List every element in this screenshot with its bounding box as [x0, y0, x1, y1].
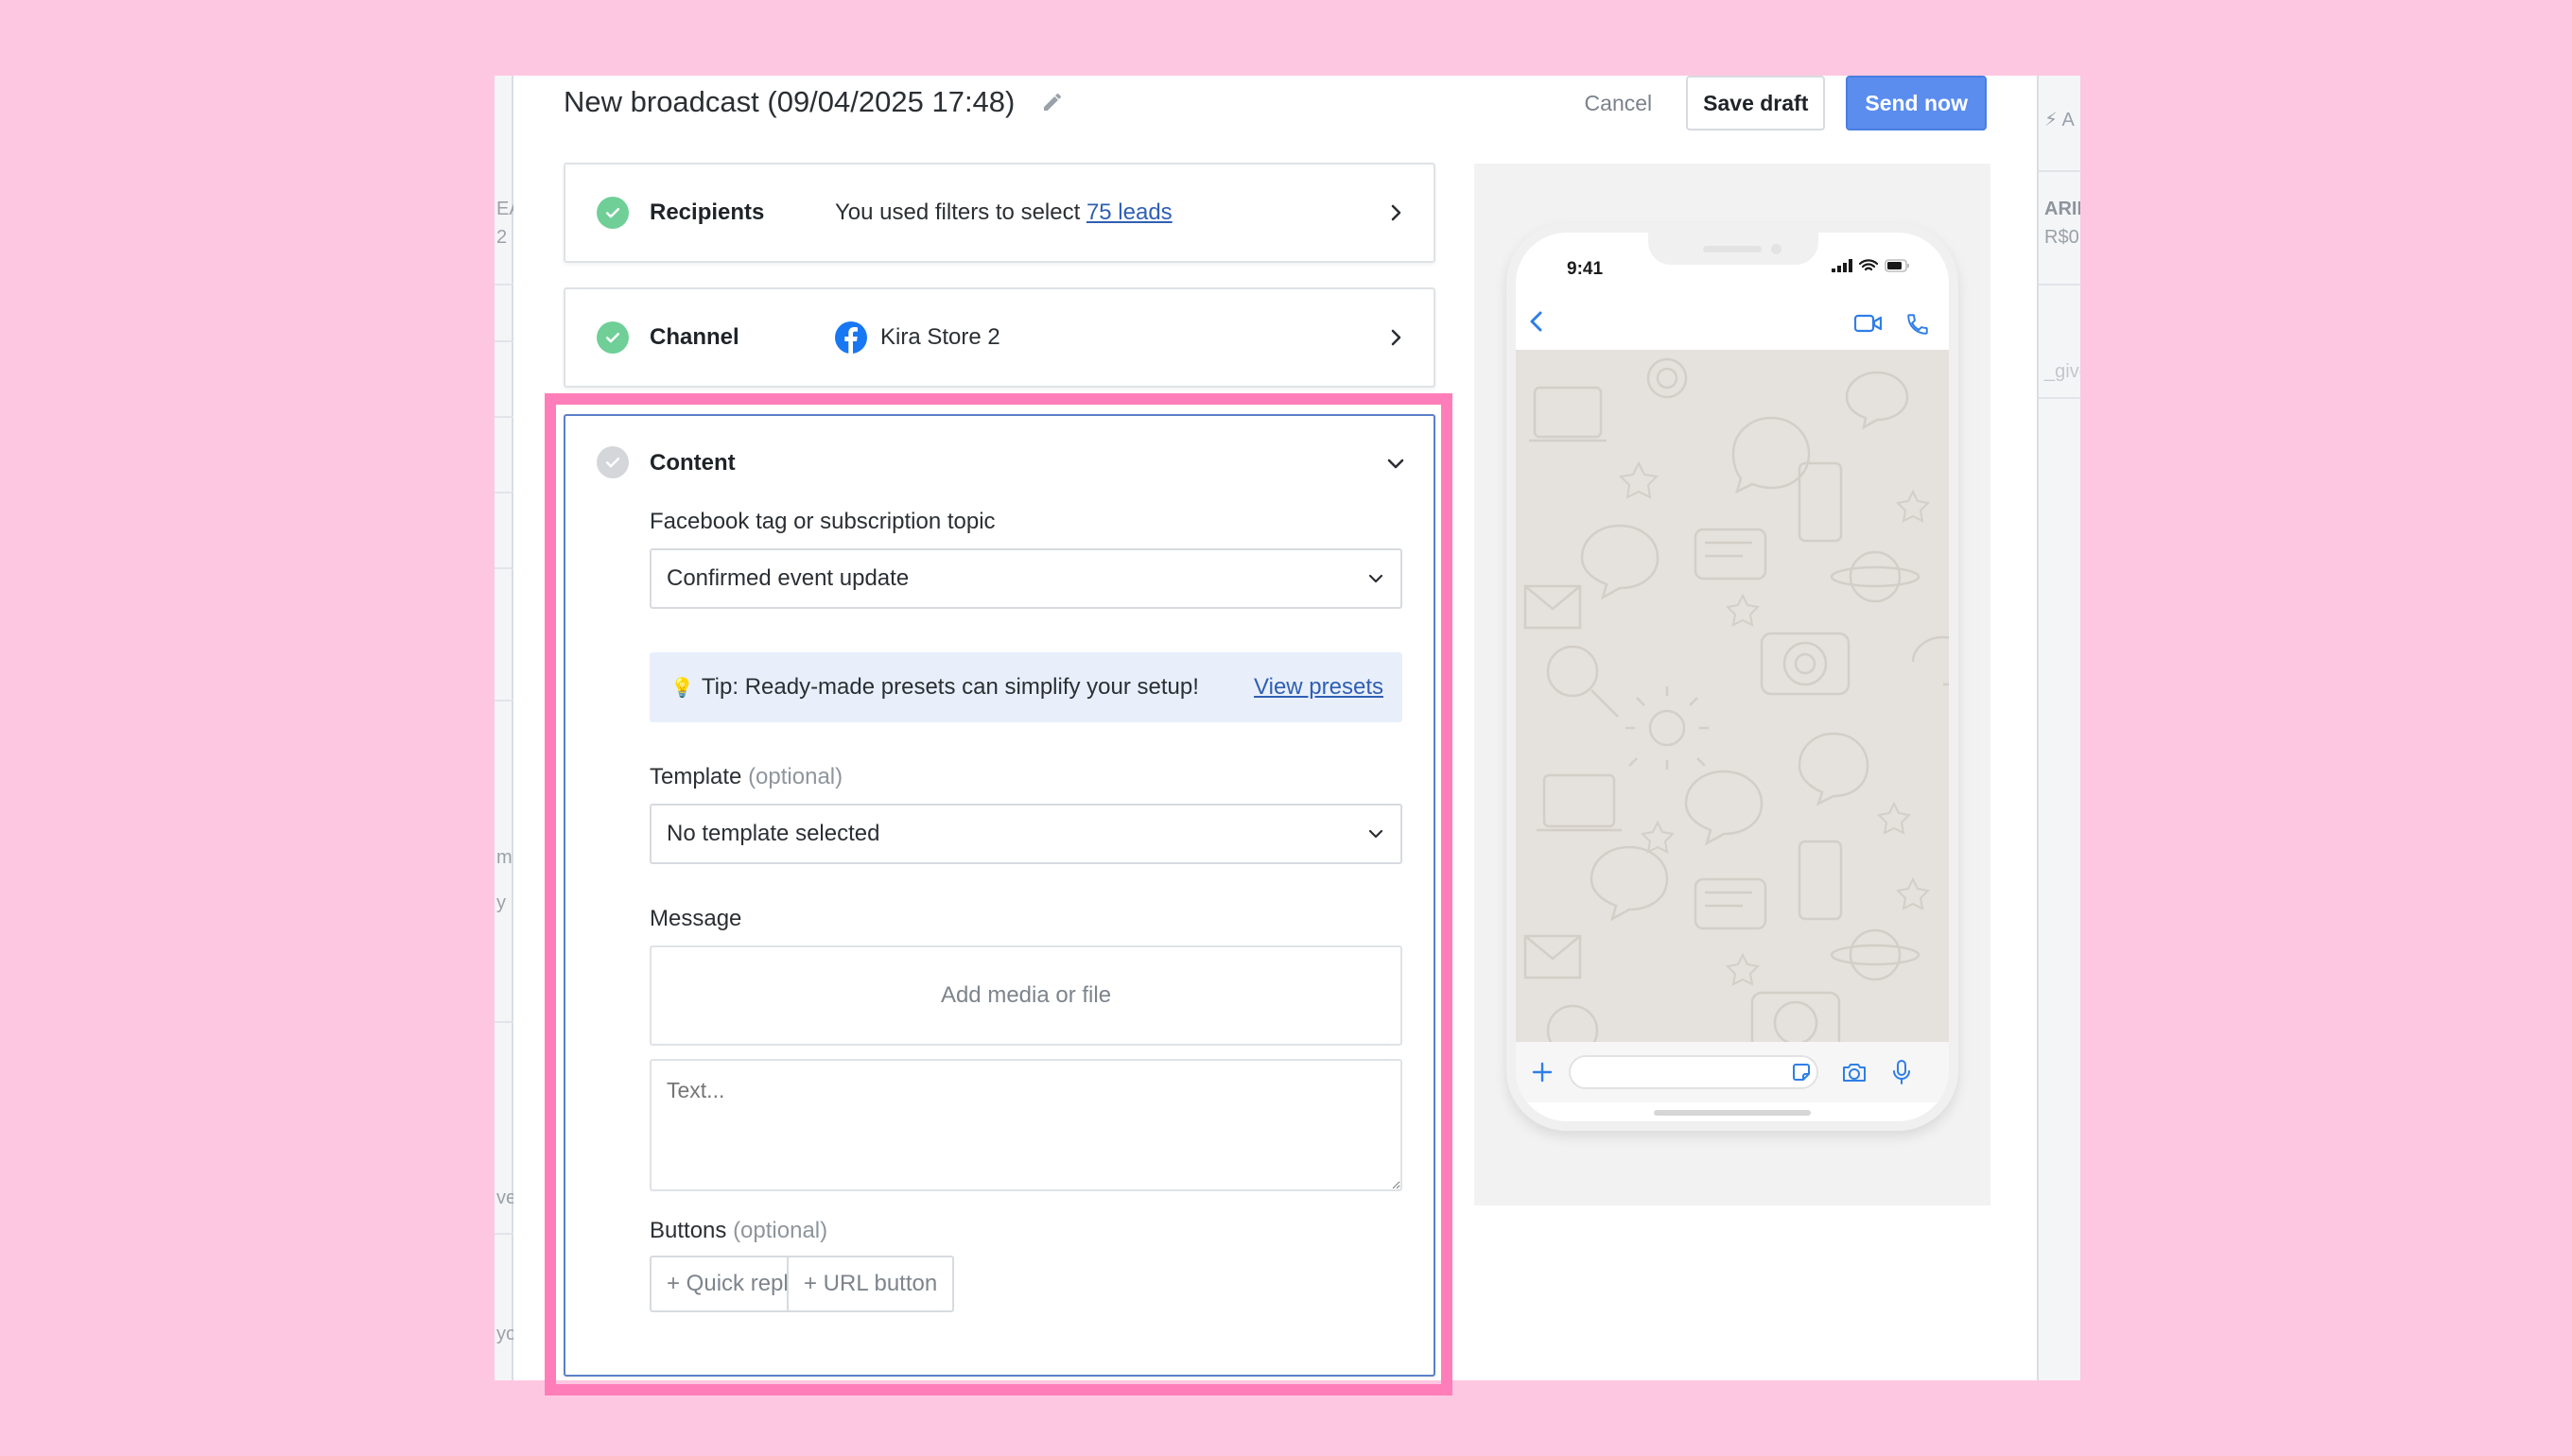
- message-text-input[interactable]: [650, 1059, 1402, 1191]
- lightbulb-icon: 💡: [670, 677, 694, 699]
- tip-text: Tip: Ready-made presets can simplify you…: [701, 674, 1199, 700]
- tag-select-value: Confirmed event update: [667, 565, 910, 591]
- check-icon: [597, 321, 629, 354]
- video-call-icon: [1854, 314, 1883, 333]
- microphone-icon: [1893, 1060, 1910, 1084]
- check-icon: [597, 446, 629, 478]
- modal-header: New broadcast (09/04/2025 17:48): [564, 85, 1064, 119]
- broadcast-modal: New broadcast (09/04/2025 17:48) Cancel …: [513, 76, 2036, 1380]
- chat-wallpaper: [1516, 350, 1949, 1042]
- save-draft-button[interactable]: Save draft: [1686, 76, 1826, 130]
- facebook-icon: [835, 321, 867, 354]
- channel-name: Kira Store 2: [880, 324, 1000, 350]
- wifi-icon: [1859, 259, 1878, 271]
- tag-field-label: Facebook tag or subscription topic: [650, 509, 996, 534]
- check-icon: [597, 197, 629, 229]
- message-field-label: Message: [650, 906, 742, 931]
- status-time: 9:41: [1567, 259, 1604, 279]
- leads-link[interactable]: 75 leads: [1086, 199, 1173, 225]
- camera-icon: [1843, 1064, 1866, 1082]
- view-presets-link[interactable]: View presets: [1254, 674, 1383, 701]
- background-right-column: ⚡ A ARIN R$0 _givea: [2037, 76, 2080, 1380]
- background-fragment: _givea: [2044, 361, 2080, 382]
- pencil-icon[interactable]: [1041, 91, 1064, 113]
- buttons-field-label: Buttons (optional): [650, 1218, 828, 1243]
- background-fragment: y: [496, 893, 506, 913]
- chevron-down-icon[interactable]: [1386, 454, 1405, 473]
- chevron-right-icon: [1391, 329, 1401, 346]
- chevron-down-icon: [1368, 829, 1383, 839]
- chat-input-bar: [1516, 1042, 1949, 1102]
- back-arrow-icon: [1530, 311, 1542, 332]
- header-actions: Cancel Save draft Send now: [1572, 76, 1987, 130]
- recipients-section[interactable]: Recipients You used filters to select 75…: [564, 163, 1435, 263]
- add-media-button[interactable]: Add media or file: [650, 945, 1402, 1046]
- message-preview-panel: 9:41: [1474, 164, 1990, 1205]
- chevron-right-icon: [1391, 204, 1401, 221]
- template-select-value: No template selected: [667, 821, 880, 846]
- channel-value: Kira Store 2: [835, 321, 1000, 354]
- cancel-button[interactable]: Cancel: [1572, 91, 1666, 116]
- background-fragment: ARIN: [2044, 199, 2080, 219]
- home-indicator: [1654, 1110, 1811, 1116]
- phone-preview: 9:41: [1506, 223, 1958, 1131]
- plus-icon: [1532, 1062, 1553, 1083]
- template-field-label: Template (optional): [650, 764, 843, 789]
- phone-notch: [1648, 233, 1818, 265]
- chat-header: [1516, 299, 1949, 350]
- template-select[interactable]: No template selected: [650, 804, 1402, 864]
- recipients-summary: You used filters to select 75 leads: [835, 199, 1173, 225]
- background-fragment: m: [496, 847, 513, 868]
- background-fragment: ⚡ A: [2044, 110, 2075, 130]
- send-now-button[interactable]: Send now: [1846, 76, 1987, 130]
- channel-section[interactable]: Channel Kira Store 2: [564, 287, 1435, 388]
- chevron-down-icon: [1368, 574, 1383, 583]
- background-fragment: R$0: [2044, 227, 2079, 248]
- phone-call-icon: [1907, 314, 1928, 335]
- channel-label: Channel: [650, 324, 739, 350]
- url-button-button[interactable]: + URL button: [787, 1256, 955, 1312]
- recipients-label: Recipients: [650, 199, 765, 225]
- battery-icon: [1885, 259, 1909, 272]
- tip-banner: 💡 Tip: Ready-made presets can simplify y…: [650, 652, 1402, 722]
- background-left-column: EA 2 m y ve yo: [495, 76, 522, 1380]
- wallpaper-pattern: [1523, 357, 1949, 1042]
- page-title: New broadcast (09/04/2025 17:48): [564, 85, 1016, 118]
- content-label: Content: [650, 450, 736, 476]
- chat-text-field: [1569, 1055, 1818, 1089]
- tag-select[interactable]: Confirmed event update: [650, 548, 1402, 609]
- signal-icon: [1832, 259, 1852, 272]
- status-icons: [1832, 259, 1911, 272]
- background-fragment: 2: [496, 227, 508, 248]
- sticker-icon: [1793, 1064, 1810, 1081]
- content-section: Content Facebook tag or subscription top…: [564, 414, 1435, 1377]
